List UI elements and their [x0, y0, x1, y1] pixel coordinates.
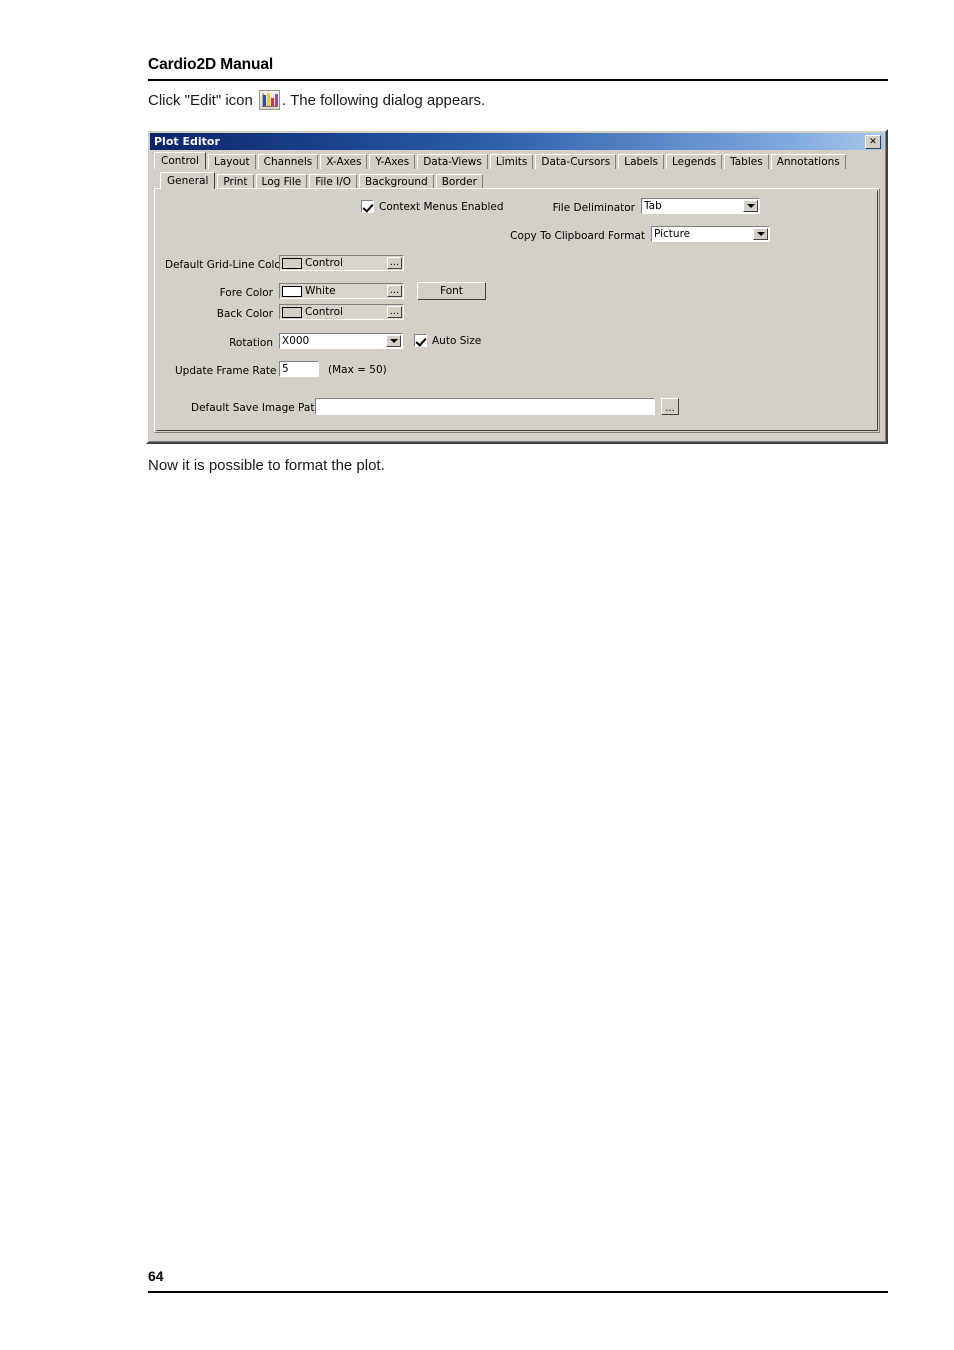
update-frame-rate-label: Update Frame Rate: [175, 365, 277, 377]
subtab-border[interactable]: Border: [435, 174, 483, 189]
tab-labels[interactable]: Labels: [618, 154, 665, 169]
outro-paragraph: Now it is possible to format the plot.: [148, 457, 385, 474]
save-image-path-browse-button[interactable]: ...: [661, 398, 679, 415]
tab-annotations[interactable]: Annotations: [770, 154, 846, 169]
subtab-file-io[interactable]: File I/O: [309, 174, 358, 189]
back-color-browse-button[interactable]: ...: [387, 306, 402, 318]
back-color-value: Control: [305, 306, 343, 318]
back-color-label: Back Color: [216, 308, 273, 320]
general-settings-panel: Context Menus Enabled File Deliminator T…: [154, 188, 880, 433]
update-frame-rate-input[interactable]: 5: [279, 361, 319, 377]
fore-color-field[interactable]: White: [279, 283, 404, 299]
save-image-path-input[interactable]: [315, 398, 655, 415]
document-page: Cardio2D Manual Click "Edit" icon . The …: [0, 0, 954, 1350]
color-swatch-icon: [282, 285, 302, 297]
tab-control[interactable]: Control: [154, 152, 206, 169]
copy-clipboard-select[interactable]: Picture: [651, 226, 770, 242]
file-deliminator-select[interactable]: Tab: [641, 198, 760, 214]
dialog-title: Plot Editor: [154, 135, 220, 148]
tab-channels[interactable]: Channels: [257, 154, 319, 169]
grid-line-color-label: Default Grid-Line Color: [165, 259, 286, 271]
main-tabstrip: Control Layout Channels X-Axes Y-Axes Da…: [154, 152, 848, 169]
auto-size-label: Auto Size: [432, 334, 482, 347]
subtab-background[interactable]: Background: [359, 174, 434, 189]
tab-data-views[interactable]: Data-Views: [417, 154, 488, 169]
subtab-log-file[interactable]: Log File: [255, 174, 308, 189]
grid-line-color-value: Control: [305, 257, 343, 269]
grid-line-color-field[interactable]: Control: [279, 255, 404, 271]
color-swatch-icon: [282, 306, 302, 318]
color-swatch-icon: [282, 257, 302, 269]
subtab-general[interactable]: General: [160, 172, 216, 189]
tab-x-axes[interactable]: X-Axes: [320, 154, 368, 169]
rotation-select[interactable]: X000: [279, 333, 403, 349]
context-menus-checkbox-row[interactable]: Context Menus Enabled: [361, 200, 504, 213]
auto-size-checkbox-row[interactable]: Auto Size: [414, 334, 481, 347]
subtab-print[interactable]: Print: [217, 174, 254, 189]
tab-y-axes[interactable]: Y-Axes: [369, 154, 416, 169]
chevron-down-icon[interactable]: [386, 335, 401, 347]
fore-color-label: Fore Color: [219, 287, 273, 299]
fore-color-browse-button[interactable]: ...: [387, 285, 402, 297]
tab-tables[interactable]: Tables: [724, 154, 769, 169]
plot-editor-dialog: Plot Editor ✕ Control Layout Channels X-…: [146, 129, 888, 444]
tab-layout[interactable]: Layout: [207, 154, 256, 169]
tab-legends[interactable]: Legends: [666, 154, 723, 169]
header-divider: [148, 79, 888, 81]
context-menus-label: Context Menus Enabled: [379, 200, 504, 213]
intro-text-before: Click "Edit" icon: [148, 92, 253, 109]
fore-color-value: White: [305, 285, 336, 297]
intro-text-after: . The following dialog appears.: [282, 92, 486, 109]
rotation-value: X000: [282, 335, 310, 347]
grid-line-color-browse-button[interactable]: ...: [387, 257, 402, 269]
close-icon[interactable]: ✕: [865, 134, 881, 149]
back-color-field[interactable]: Control: [279, 304, 404, 320]
update-frame-rate-note: (Max = 50): [328, 364, 387, 376]
checkbox-icon[interactable]: [361, 200, 374, 213]
copy-clipboard-value: Picture: [654, 228, 691, 240]
save-image-path-label: Default Save Image Path: [191, 402, 322, 414]
intro-paragraph: Click "Edit" icon . The following dialog…: [148, 90, 485, 110]
font-button[interactable]: Font: [417, 282, 486, 300]
file-deliminator-label: File Deliminator: [552, 202, 635, 214]
page-title: Cardio2D Manual: [148, 56, 274, 73]
edit-chart-icon: [259, 90, 281, 110]
file-deliminator-value: Tab: [644, 200, 662, 212]
sub-tabstrip: General Print Log File File I/O Backgrou…: [160, 172, 485, 189]
update-frame-rate-value: 5: [282, 362, 289, 375]
dialog-titlebar: Plot Editor ✕: [150, 133, 884, 150]
tab-limits[interactable]: Limits: [489, 154, 534, 169]
checkbox-icon[interactable]: [414, 334, 427, 347]
page-number: 64: [148, 1268, 164, 1284]
copy-clipboard-label: Copy To Clipboard Format: [510, 230, 645, 242]
tab-data-cursors[interactable]: Data-Cursors: [535, 154, 617, 169]
footer-divider: [148, 1291, 888, 1293]
chevron-down-icon[interactable]: [753, 228, 768, 240]
chevron-down-icon[interactable]: [743, 200, 758, 212]
rotation-label: Rotation: [229, 337, 273, 349]
